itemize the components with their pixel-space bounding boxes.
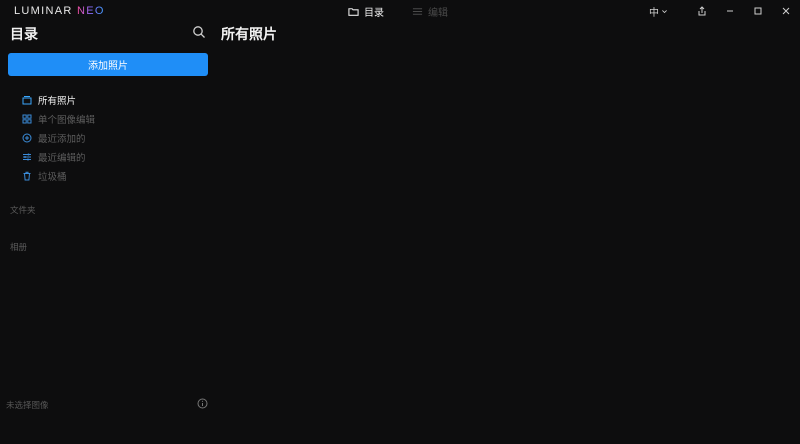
close-icon (782, 7, 790, 15)
title-bar: LUMINAR NEO 目录 编辑 中 (0, 0, 800, 22)
grid-icon (22, 114, 32, 124)
info-icon[interactable] (197, 398, 208, 409)
top-navigation: 目录 编辑 (348, 4, 448, 19)
share-button[interactable] (688, 0, 716, 22)
search-icon[interactable] (192, 25, 206, 39)
page-title: 所有照片 (221, 27, 277, 43)
window-controls: 中 (649, 0, 800, 22)
sidebar-item-all-photos[interactable]: 所有照片 (22, 90, 95, 109)
sidebar-item-recently-edited[interactable]: 最近编辑的 (22, 147, 95, 166)
folder-icon (348, 8, 359, 16)
tab-catalog-label: 目录 (364, 8, 384, 19)
maximize-button[interactable] (744, 0, 772, 22)
add-photos-button[interactable]: 添加照片 (8, 53, 208, 76)
sidebar-item-single-edits[interactable]: 单个图像编辑 (22, 109, 95, 128)
app-logo: LUMINAR NEO (14, 5, 105, 17)
sidebar-item-label: 最近添加的 (38, 133, 86, 145)
sliders-icon (412, 8, 423, 15)
logo-accent-text: NEO (76, 5, 105, 17)
sidebar-item-label: 最近编辑的 (38, 152, 86, 164)
selection-status: 未选择图像 (6, 401, 49, 411)
sidebar-item-trash[interactable]: 垃圾桶 (22, 166, 95, 185)
sidebar-item-label: 垃圾桶 (38, 171, 67, 183)
tab-catalog[interactable]: 目录 (348, 4, 384, 19)
photo-stack-icon (22, 95, 32, 104)
catalog-nav-list: 所有照片 单个图像编辑 最近添加的 最近编辑的 垃圾桶 (22, 90, 95, 185)
language-selector[interactable]: 中 (649, 4, 668, 19)
folders-section-label[interactable]: 文件夹 (10, 204, 36, 216)
sidebar-item-recently-added[interactable]: 最近添加的 (22, 128, 95, 147)
trash-icon (23, 171, 31, 180)
tab-edit[interactable]: 编辑 (412, 4, 448, 19)
minimize-icon (727, 10, 733, 12)
minimize-button[interactable] (716, 0, 744, 22)
tab-edit-label: 编辑 (428, 8, 448, 19)
close-button[interactable] (772, 0, 800, 22)
sidebar-item-label: 单个图像编辑 (38, 114, 96, 126)
language-label: 中 (649, 7, 659, 19)
catalog-sidebar: 目录 添加照片 所有照片 单个图像编辑 最近添加的 最近编辑的 垃圾桶 文件夹 … (0, 22, 216, 444)
chevron-down-icon (662, 9, 667, 13)
logo-text: LUMINAR (14, 5, 77, 17)
sidebar-item-label: 所有照片 (38, 95, 77, 107)
share-icon (698, 6, 706, 16)
albums-section-label[interactable]: 相册 (10, 241, 27, 253)
plus-circle-icon (22, 133, 32, 142)
maximize-icon (754, 7, 762, 15)
sliders-icon (23, 153, 31, 160)
sidebar-title: 目录 (10, 27, 38, 43)
